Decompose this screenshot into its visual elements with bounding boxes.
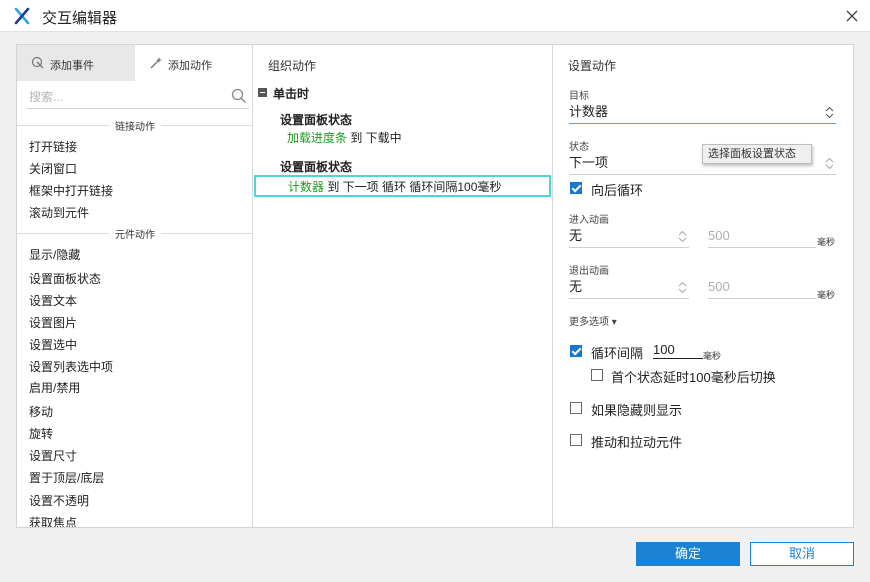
widget-item-show-hide[interactable]: 显示/隐藏 (29, 246, 80, 263)
enter-animation-duration-value: 500 (708, 228, 730, 243)
tab-add-action[interactable]: 添加动作 (135, 45, 252, 81)
widget-item-set-selected[interactable]: 设置选中 (29, 336, 77, 353)
widget-item-set-text[interactable]: 设置文本 (29, 292, 77, 309)
target-select[interactable]: 计数器 (569, 102, 836, 124)
section-widget-actions: 元件动作 (17, 226, 252, 241)
window-title: 交互编辑器 (42, 10, 118, 27)
action-target-2: 计数器 (288, 180, 325, 194)
show-if-hidden-label: 如果隐藏则显示 (591, 403, 683, 418)
first-state-delay-label: 首个状态延时100毫秒后切换 (611, 370, 776, 385)
exit-animation-select[interactable]: 无 (569, 277, 689, 299)
link-item-close-window[interactable]: 关闭窗口 (29, 160, 77, 177)
collapse-toggle-icon[interactable] (258, 88, 267, 97)
close-icon[interactable] (842, 6, 862, 26)
show-if-hidden-checkbox[interactable] (570, 402, 582, 414)
action-detail-1: 到 下载中 (347, 131, 402, 145)
widget-item-enable-disable[interactable]: 启用/禁用 (29, 379, 80, 396)
editor-panel: 添加事件 添加动作 链接动作 打开链接 关闭窗口 框架中打开链接 滚动到元件 元… (16, 44, 854, 528)
add-event-icon (31, 56, 44, 69)
section-link-actions-label: 链接动作 (109, 118, 161, 133)
enter-animation-unit: 毫秒 (817, 237, 836, 247)
action-line-1[interactable]: 加载进度条 到 下载中 (253, 128, 551, 150)
state-value: 下一项 (569, 155, 609, 170)
updown-chevron-icon (678, 230, 687, 243)
repeat-interval-label: 循环间隔 (591, 346, 644, 361)
state-tooltip: 选择面板设置状态 (702, 144, 812, 164)
exit-animation-duration-value: 500 (708, 279, 730, 294)
tab-add-event[interactable]: 添加事件 (17, 45, 135, 81)
configure-action-heading: 设置动作 (568, 59, 617, 73)
action-detail-2: 到 下一项 循环 循环间隔100毫秒 (324, 180, 502, 194)
widget-item-set-list-selected[interactable]: 设置列表选中项 (29, 358, 113, 375)
push-pull-label: 推动和拉动元件 (591, 435, 683, 450)
link-item-scroll-to[interactable]: 滚动到元件 (29, 204, 89, 221)
tab-add-action-label: 添加动作 (168, 60, 212, 72)
exit-animation-unit: 毫秒 (817, 290, 836, 300)
axure-logo-icon (14, 7, 30, 25)
right-column: 设置动作 目标 计数器 状态 下一项 选择面板设置状态 向后循环 进入动画 无 … (553, 45, 853, 527)
widget-item-focus[interactable]: 获取焦点 (29, 514, 77, 527)
left-column: 添加事件 添加动作 链接动作 打开链接 关闭窗口 框架中打开链接 滚动到元件 元… (17, 45, 253, 527)
widget-item-rotate[interactable]: 旋转 (29, 425, 53, 442)
state-label: 状态 (569, 142, 589, 153)
link-item-open-link[interactable]: 打开链接 (29, 138, 77, 155)
action-line-2-selected[interactable]: 计数器 到 下一项 循环 循环间隔100毫秒 (254, 175, 551, 197)
link-item-open-in-frame[interactable]: 框架中打开链接 (29, 182, 113, 199)
exit-animation-duration[interactable]: 500 (708, 277, 816, 299)
more-options-toggle[interactable]: 更多选项 ▾ (569, 313, 617, 328)
section-link-actions: 链接动作 (17, 118, 252, 133)
title-bar: 交互编辑器 (0, 0, 870, 32)
first-state-delay-checkbox[interactable] (591, 369, 603, 381)
widget-item-bring-front-back[interactable]: 置于顶层/底层 (29, 469, 104, 486)
repeat-interval-unit: 毫秒 (703, 351, 722, 361)
search-icon[interactable] (231, 88, 247, 104)
repeat-interval-checkbox[interactable] (570, 345, 582, 357)
organize-actions-heading: 组织动作 (268, 59, 317, 73)
search-input[interactable] (27, 85, 249, 109)
exit-animation-label: 退出动画 (569, 266, 609, 277)
widget-item-set-image[interactable]: 设置图片 (29, 314, 77, 331)
enter-animation-value: 无 (569, 228, 583, 243)
trigger-on-click[interactable]: 单击时 (273, 85, 309, 102)
add-action-icon (150, 57, 162, 69)
enter-animation-label: 进入动画 (569, 215, 609, 226)
action-title-2[interactable]: 设置面板状态 (280, 158, 352, 175)
updown-chevron-icon (825, 106, 834, 119)
action-title-1[interactable]: 设置面板状态 (280, 111, 352, 128)
enter-animation-duration[interactable]: 500 (708, 226, 816, 248)
updown-chevron-icon (678, 281, 687, 294)
cancel-button[interactable]: 取消 (750, 542, 854, 566)
wrap-label: 向后循环 (591, 183, 644, 198)
middle-column: 组织动作 单击时 设置面板状态 加载进度条 到 下载中 设置面板状态 计数器 到… (253, 45, 553, 527)
tab-add-event-label: 添加事件 (50, 60, 94, 72)
section-widget-actions-label: 元件动作 (109, 226, 161, 241)
enter-animation-select[interactable]: 无 (569, 226, 689, 248)
widget-item-set-size[interactable]: 设置尺寸 (29, 447, 77, 464)
wrap-checkbox[interactable] (570, 182, 582, 194)
updown-chevron-icon (825, 157, 834, 170)
action-target-1: 加载进度条 (287, 131, 348, 145)
widget-item-set-opacity[interactable]: 设置不透明 (29, 492, 89, 509)
widget-item-move[interactable]: 移动 (29, 403, 53, 420)
widget-item-set-panel-state[interactable]: 设置面板状态 (29, 270, 101, 287)
repeat-interval-input[interactable] (653, 341, 703, 359)
target-label: 目标 (569, 91, 589, 102)
push-pull-checkbox[interactable] (570, 434, 582, 446)
ok-button[interactable]: 确定 (636, 542, 740, 566)
exit-animation-value: 无 (569, 279, 583, 294)
target-value: 计数器 (569, 104, 609, 119)
